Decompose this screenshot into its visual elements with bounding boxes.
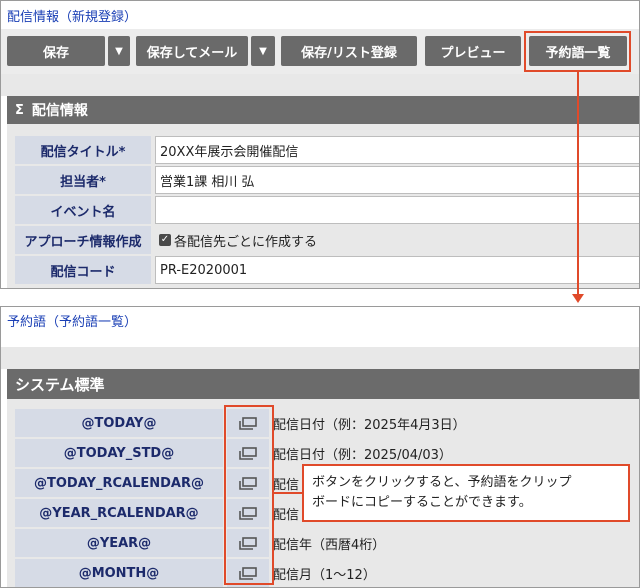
reserved-word-description: 配信年（西暦4桁） <box>273 537 386 553</box>
field-label: 配信タイトル* <box>15 136 151 164</box>
callout-line: ボードにコピーすることができます。 <box>312 495 532 510</box>
list-item: @TODAY@ 配信日付（例：2025年4月3日） <box>15 409 639 437</box>
section-header-delivery-info[interactable]: Σ 配信情報 <box>7 96 639 124</box>
owner-field[interactable]: 営業1課 相川 弘 <box>155 166 639 194</box>
chevron-down-icon: ▼ <box>259 45 267 57</box>
collapse-toggle-icon[interactable]: Σ <box>15 103 24 118</box>
spacer-band <box>1 347 639 369</box>
approach-option: ✓ 各配信先ごとに作成する <box>155 226 639 254</box>
save-and-mail-button[interactable]: 保存してメール <box>136 36 248 66</box>
reserved-word: @TODAY_RCALENDAR@ <box>15 469 223 497</box>
approach-checkbox[interactable]: ✓ <box>159 234 171 246</box>
list-item: @TODAY_STD@ 配信日付（例：2025/04/03） <box>15 439 639 467</box>
field-label: 配信コード <box>15 256 151 284</box>
reserved-word: @TODAY@ <box>15 409 223 437</box>
field-label: アプローチ情報作成 <box>15 226 151 254</box>
callout-line: ボタンをクリックすると、予約語をクリップ <box>312 475 572 490</box>
reserved-word: @MONTH@ <box>15 559 223 587</box>
annotation-connector <box>272 492 302 494</box>
arrow-down-icon <box>572 294 584 303</box>
save-dropdown-button[interactable]: ▼ <box>108 36 130 66</box>
annotation-arrow-line <box>577 71 579 297</box>
delivery-title-field[interactable]: 20XX年展示会開催配信 <box>155 136 639 164</box>
delivery-code-field[interactable]: PR-E2020001 <box>155 256 639 284</box>
save-button[interactable]: 保存 <box>7 36 105 66</box>
highlight-copy-buttons <box>224 405 274 585</box>
delivery-form: 配信タイトル* 20XX年展示会開催配信 担当者* 営業1課 相川 弘 イベント… <box>7 124 639 288</box>
breadcrumb[interactable]: 配信情報（新規登録） <box>7 6 137 25</box>
list-item: @MONTH@ 配信月（1～12） <box>15 559 639 587</box>
chevron-down-icon: ▼ <box>115 45 123 57</box>
save-mail-dropdown-button[interactable]: ▼ <box>251 36 275 66</box>
breadcrumb[interactable]: 予約語（予約語一覧） <box>7 311 137 330</box>
field-label: 担当者* <box>15 166 151 194</box>
section-header-system-standard: システム標準 <box>7 369 639 399</box>
annotation-callout: ボタンをクリックすると、予約語をクリップ ボードにコピーすることができます。 <box>302 464 630 522</box>
reserved-word-description: 配信月（1～12） <box>273 567 376 583</box>
checkbox-label: 各配信先ごとに作成する <box>174 234 318 250</box>
reserved-word: @YEAR_RCALENDAR@ <box>15 499 223 527</box>
event-name-field[interactable] <box>155 196 639 224</box>
reserved-word-description: 配信日付（例：2025/04/03） <box>273 447 452 463</box>
section-title: 配信情報 <box>31 103 88 119</box>
preview-button[interactable]: プレビュー <box>425 36 521 66</box>
reserved-word-description: 配信日付（例：2025年4月3日） <box>273 417 466 433</box>
reserved-word: @TODAY_STD@ <box>15 439 223 467</box>
save-list-register-button[interactable]: 保存/リスト登録 <box>281 36 417 66</box>
field-label: イベント名 <box>15 196 151 224</box>
reserved-word-description: 配信 <box>273 507 300 523</box>
reserved-word: @YEAR@ <box>15 529 223 557</box>
list-item: @YEAR@ 配信年（西暦4桁） <box>15 529 639 557</box>
highlight-reserved-words-button <box>524 31 631 72</box>
spacer-band <box>1 74 639 96</box>
reserved-words-panel: 予約語（予約語一覧） システム標準 @TODAY@ 配信日付（例：2025年4月… <box>0 306 640 588</box>
